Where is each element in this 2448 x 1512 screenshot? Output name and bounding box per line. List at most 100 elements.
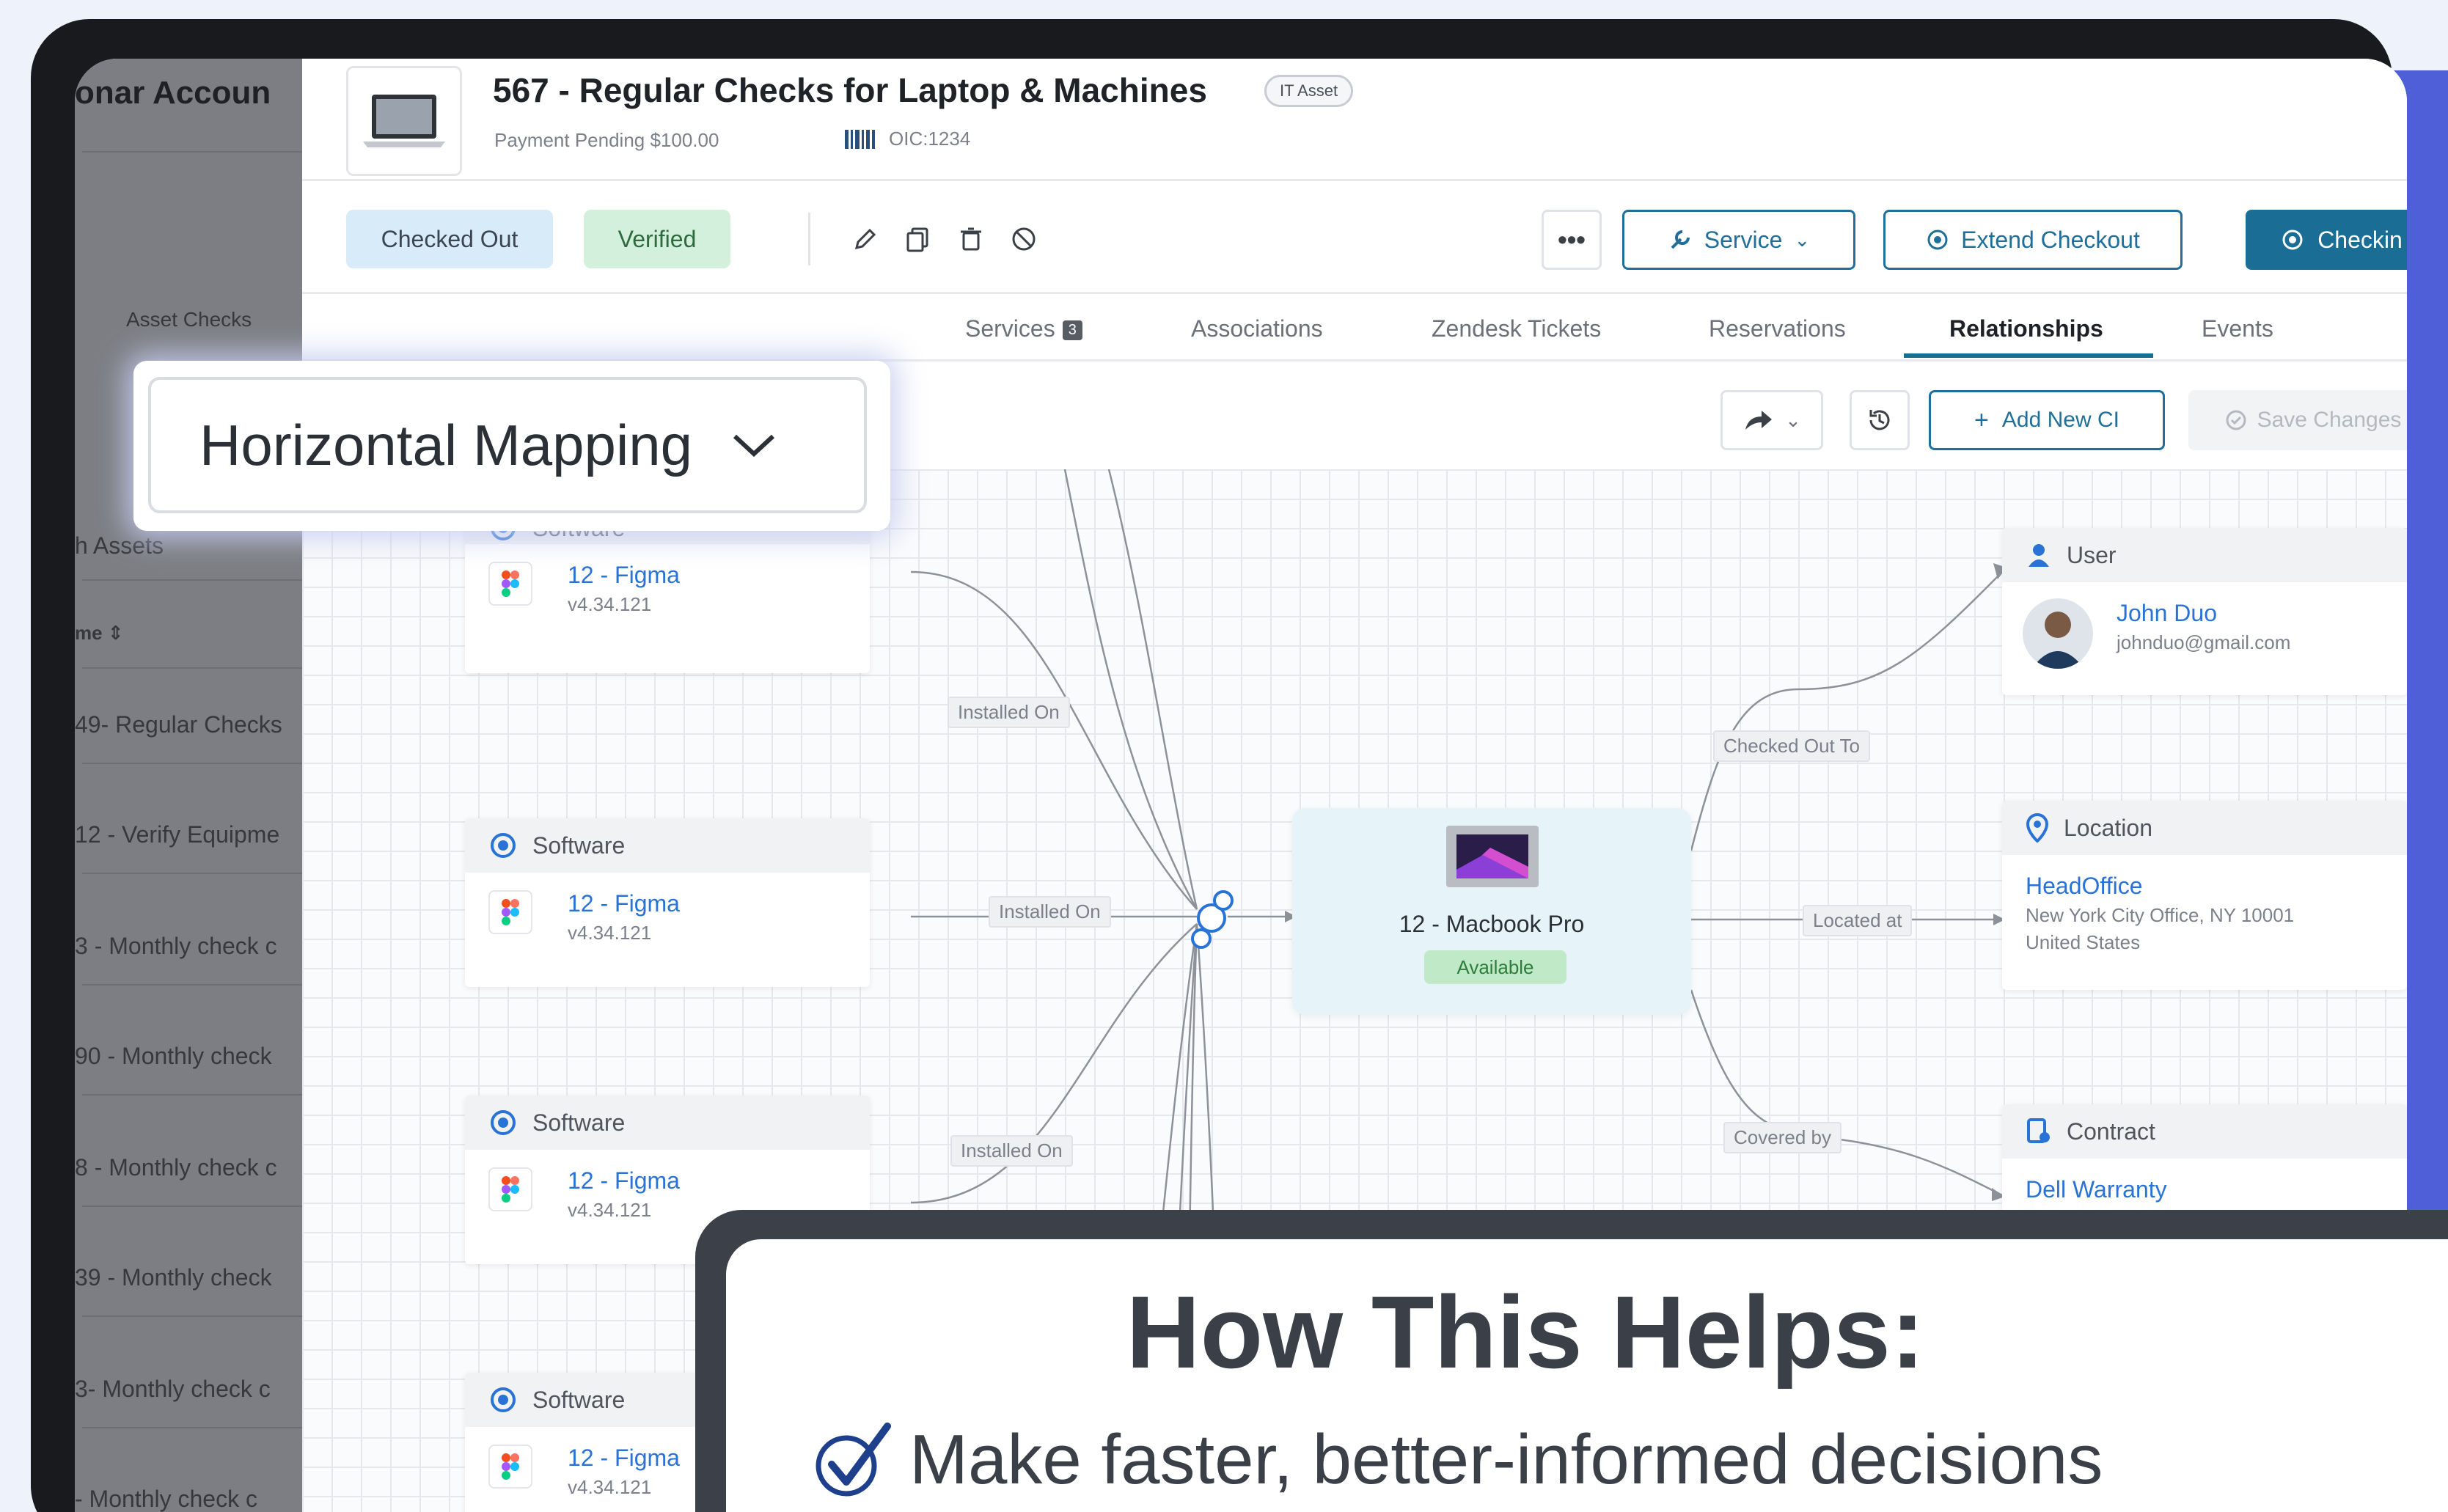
availability-badge: Available	[1424, 950, 1566, 984]
check-circle-icon	[2226, 410, 2246, 430]
contract-card-title: Contract	[2067, 1118, 2155, 1145]
software-version: v4.34.121	[568, 593, 652, 615]
figma-icon	[488, 562, 532, 606]
software-link[interactable]: 12 - Figma	[568, 890, 846, 917]
block-icon[interactable]	[1003, 219, 1044, 260]
sidebar-divider	[82, 763, 302, 764]
edit-icon[interactable]	[845, 219, 886, 260]
tab-associations[interactable]: Associations	[1191, 315, 1323, 342]
location-card-title: Location	[2064, 814, 2152, 841]
help-title: How This Helps:	[1126, 1274, 1925, 1390]
help-point-text: Make faster, better-informed decisions	[909, 1420, 2103, 1499]
tab-relationships[interactable]: Relationships	[1949, 315, 2103, 342]
software-icon	[491, 1110, 516, 1135]
software-card[interactable]: Software 12 - Figma v4.34.121	[465, 818, 870, 987]
oic-value: OIC:1234	[889, 128, 971, 150]
sidebar-item[interactable]: 12 - Verify Equipme	[75, 821, 279, 848]
layout-direction-dropdown[interactable]: ⌄	[1720, 390, 1823, 450]
edge-label: Checked Out To	[1713, 730, 1870, 762]
sidebar-item[interactable]: - Monthly check c	[75, 1486, 257, 1512]
edge-label: Covered by	[1723, 1122, 1842, 1153]
asset-thumbnail	[346, 66, 462, 176]
tab-services[interactable]: Services 3	[965, 315, 1082, 342]
sidebar-divider	[82, 873, 302, 874]
active-tab-underline	[1904, 353, 2153, 358]
copy-icon[interactable]	[898, 219, 939, 260]
chevron-down-icon: ⌄	[1794, 228, 1811, 251]
sidebar-item[interactable]: 39 - Monthly check	[75, 1264, 272, 1291]
software-link[interactable]: 12 - Figma	[568, 1167, 846, 1194]
sidebar-divider	[82, 151, 302, 153]
save-changes-button[interactable]: Save Changes	[2188, 390, 2407, 450]
software-card[interactable]: Software 12 - Figma v4.34.121	[465, 512, 870, 673]
help-point: Make faster, better-informed decisions	[814, 1420, 2103, 1500]
software-card-title: Software	[532, 1109, 626, 1136]
location-card[interactable]: Location HeadOffice New York City Office…	[2002, 801, 2407, 990]
sidebar-item[interactable]: 8 - Monthly check c	[75, 1154, 277, 1181]
software-link[interactable]: 12 - Figma	[568, 562, 846, 589]
software-card-header: Software	[465, 818, 870, 873]
sidebar: onar Accoun Asset Checks h Assets me ⇕ 4…	[75, 59, 302, 1512]
status-checked-out[interactable]: Checked Out	[346, 210, 553, 268]
toolbar-divider	[808, 213, 810, 265]
location-pin-icon	[2026, 813, 2049, 843]
tab-reservations[interactable]: Reservations	[1709, 315, 1846, 342]
sidebar-item[interactable]: h Assets	[75, 532, 164, 559]
service-dropdown-button[interactable]: Service ⌄	[1622, 210, 1855, 270]
extend-checkout-label: Extend Checkout	[1961, 226, 2140, 253]
barcode-icon	[845, 129, 875, 149]
contract-name-link[interactable]: Dell Warranty	[2026, 1176, 2383, 1203]
tab-services-label: Services	[965, 315, 1055, 342]
tab-zendesk-tickets[interactable]: Zendesk Tickets	[1432, 315, 1601, 342]
more-button[interactable]: •••	[1542, 210, 1602, 270]
checkin-button[interactable]: Checkin	[2246, 210, 2407, 270]
user-card-title: User	[2067, 541, 2117, 568]
link-icon	[1191, 890, 1234, 949]
circle-dot-icon	[2282, 230, 2303, 250]
software-icon	[491, 833, 516, 858]
sidebar-item[interactable]: 90 - Monthly check	[75, 1043, 272, 1070]
edge-label: Installed On	[989, 896, 1111, 928]
share-arrow-icon	[1745, 411, 1773, 430]
sidebar-item[interactable]: 49- Regular Checks	[75, 711, 282, 738]
sidebar-divider	[82, 667, 302, 669]
mapping-mode-dropdown[interactable]: Horizontal Mapping	[148, 377, 867, 513]
toolbar-divider	[302, 292, 2407, 294]
laptop-icon	[363, 95, 445, 147]
location-address-line1: New York City Office, NY 10001	[2026, 904, 2295, 926]
edge-label: Installed On	[948, 697, 1070, 728]
software-version: v4.34.121	[568, 922, 652, 944]
software-card-header: Software	[465, 1096, 870, 1150]
status-verified[interactable]: Verified	[584, 210, 730, 268]
payment-status: Payment Pending $100.00	[494, 129, 719, 151]
history-button[interactable]	[1850, 390, 1910, 450]
user-card-header: User	[2002, 528, 2407, 582]
sidebar-item[interactable]: 3 - Monthly check c	[75, 933, 277, 960]
user-email: johnduo@gmail.com	[2117, 631, 2291, 653]
figma-icon	[488, 1445, 532, 1489]
sidebar-column-header[interactable]: me ⇕	[75, 622, 124, 645]
location-name-link[interactable]: HeadOffice	[2026, 873, 2383, 900]
header-divider	[302, 179, 2407, 181]
checkin-label: Checkin	[2317, 226, 2403, 253]
save-changes-label: Save Changes	[2257, 408, 2402, 432]
mapping-mode-value: Horizontal Mapping	[199, 412, 693, 477]
services-count-badge: 3	[1062, 320, 1082, 341]
sidebar-item[interactable]: 3- Monthly check c	[75, 1376, 271, 1403]
service-label: Service	[1704, 226, 1783, 253]
history-icon	[1869, 410, 1890, 430]
center-ci-node[interactable]: 12 - Macbook Pro Available	[1292, 808, 1691, 1015]
user-name-link[interactable]: John Duo	[2117, 600, 2383, 627]
extend-checkout-button[interactable]: Extend Checkout	[1883, 210, 2183, 270]
add-new-ci-button[interactable]: + Add New CI	[1929, 390, 2165, 450]
chevron-down-icon	[733, 434, 775, 458]
avatar	[2023, 598, 2093, 669]
oic-info: OIC:1234	[845, 128, 970, 150]
tab-events[interactable]: Events	[2202, 315, 2273, 342]
delete-icon[interactable]	[950, 219, 992, 260]
location-card-header: Location	[2002, 801, 2407, 855]
wrench-icon	[1671, 230, 1690, 249]
user-card[interactable]: User John Duo johnduo@gmail.com	[2002, 528, 2407, 695]
sidebar-item[interactable]: Asset Checks	[126, 308, 252, 331]
checkmark-icon	[816, 1423, 891, 1497]
